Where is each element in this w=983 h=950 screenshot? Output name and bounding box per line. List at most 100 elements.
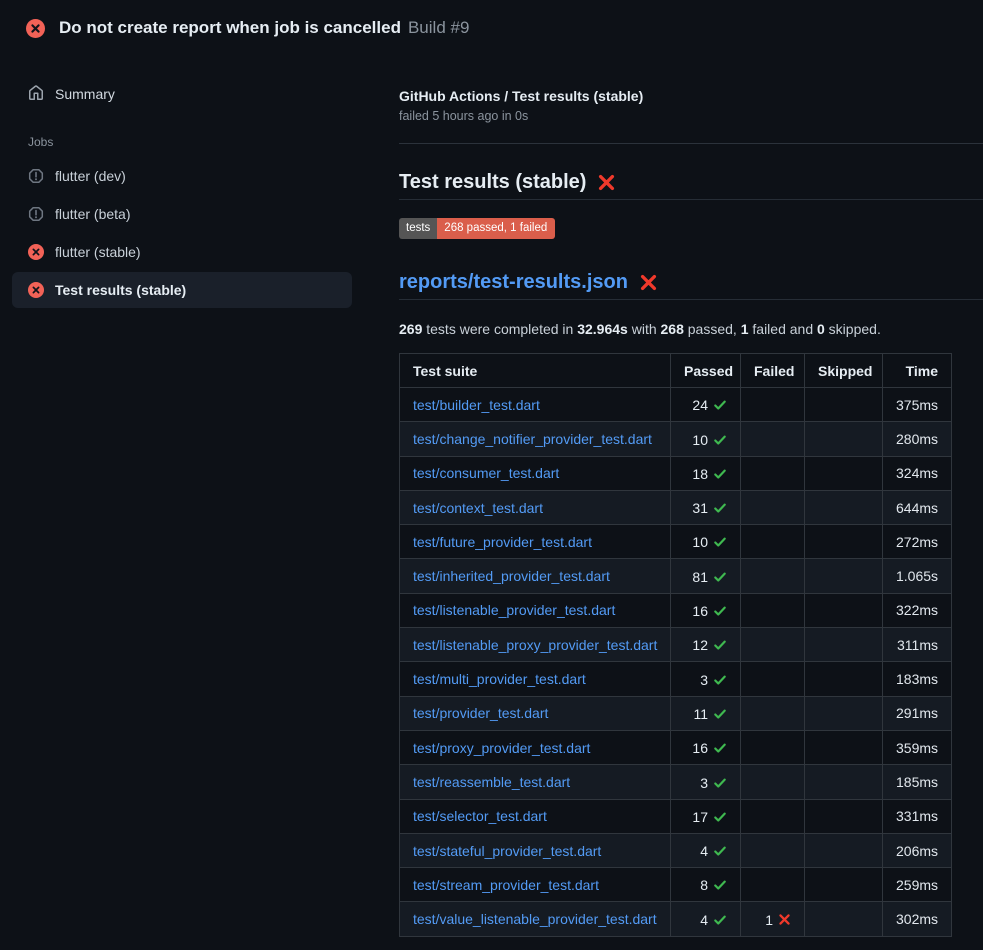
time-value: 302ms bbox=[896, 911, 938, 927]
suite-cell: test/context_test.dart bbox=[400, 490, 671, 524]
sidebar-item-summary[interactable]: Summary bbox=[12, 80, 352, 108]
suite-cell: test/consumer_test.dart bbox=[400, 456, 671, 490]
passed-count: 8 bbox=[700, 875, 708, 895]
passed-cell: 24 bbox=[671, 388, 741, 422]
time-value: 280ms bbox=[896, 431, 938, 447]
passed-count: 4 bbox=[700, 841, 708, 861]
sidebar-item-flutter-stable[interactable]: flutter (stable) bbox=[12, 234, 352, 270]
skipped-cell bbox=[805, 490, 883, 524]
skipped-cell bbox=[805, 628, 883, 662]
check-icon bbox=[713, 467, 727, 481]
suite-link[interactable]: test/inherited_provider_test.dart bbox=[413, 568, 610, 584]
table-header-row: Test suitePassedFailedSkippedTime bbox=[400, 354, 952, 388]
time-cell: 359ms bbox=[883, 730, 952, 764]
time-cell: 1.065s bbox=[883, 559, 952, 593]
suite-link[interactable]: test/provider_test.dart bbox=[413, 705, 548, 721]
failed-x-circle-icon bbox=[26, 19, 45, 38]
sidebar-item-flutter-dev[interactable]: flutter (dev) bbox=[12, 158, 352, 194]
badge-label: tests bbox=[399, 218, 437, 239]
failed-cell bbox=[741, 628, 805, 662]
divider bbox=[399, 143, 983, 144]
job-label: flutter (beta) bbox=[55, 206, 130, 222]
suite-link[interactable]: test/context_test.dart bbox=[413, 500, 543, 516]
skipped-cell bbox=[805, 696, 883, 730]
suite-cell: test/stateful_provider_test.dart bbox=[400, 833, 671, 867]
suite-link[interactable]: test/stateful_provider_test.dart bbox=[413, 843, 601, 859]
check-icon bbox=[713, 776, 727, 790]
passed-cell: 3 bbox=[671, 765, 741, 799]
table-row: test/reassemble_test.dart 3 185ms bbox=[400, 765, 952, 799]
table-row: test/change_notifier_provider_test.dart 1… bbox=[400, 422, 952, 456]
summary-text: with bbox=[628, 321, 661, 337]
passed-count: 81 bbox=[692, 567, 708, 587]
table-row: test/value_listenable_provider_test.dart… bbox=[400, 902, 952, 936]
suite-link[interactable]: test/value_listenable_provider_test.dart bbox=[413, 911, 657, 927]
table-row: test/selector_test.dart17331ms bbox=[400, 799, 952, 833]
failed-cell bbox=[741, 593, 805, 627]
report-file-link[interactable]: reports/test-results.json bbox=[399, 269, 628, 295]
failed-count: 1 bbox=[765, 910, 773, 930]
suite-link[interactable]: test/listenable_provider_test.dart bbox=[413, 602, 615, 618]
home-icon bbox=[28, 85, 44, 104]
check-icon bbox=[713, 741, 727, 755]
time-value: 1.065s bbox=[896, 568, 938, 584]
suite-link[interactable]: test/reassemble_test.dart bbox=[413, 774, 570, 790]
section-heading: Test results (stable) bbox=[399, 169, 983, 200]
table-row: test/multi_provider_test.dart3183ms bbox=[400, 662, 952, 696]
suite-link[interactable]: test/future_provider_test.dart bbox=[413, 534, 592, 550]
suite-link[interactable]: test/multi_provider_test.dart bbox=[413, 671, 586, 687]
time-value: 331ms bbox=[896, 808, 938, 824]
suite-link[interactable]: test/listenable_proxy_provider_test.dart bbox=[413, 637, 657, 653]
job-label: flutter (dev) bbox=[55, 168, 126, 184]
col-header-failed: Failed bbox=[741, 354, 805, 388]
test-results-table: Test suitePassedFailedSkippedTime test/b… bbox=[399, 353, 952, 937]
suite-cell: test/change_notifier_provider_test.dart bbox=[400, 422, 671, 456]
skipped-cell bbox=[805, 902, 883, 936]
sidebar-item-flutter-beta[interactable]: flutter (beta) bbox=[12, 196, 352, 232]
time-cell: 324ms bbox=[883, 456, 952, 490]
check-icon bbox=[713, 433, 727, 447]
col-header-skipped: Skipped bbox=[805, 354, 883, 388]
col-header-test-suite: Test suite bbox=[400, 354, 671, 388]
check-icon bbox=[713, 673, 727, 687]
suite-link[interactable]: test/change_notifier_provider_test.dart bbox=[413, 431, 652, 447]
suite-link[interactable]: test/proxy_provider_test.dart bbox=[413, 740, 590, 756]
suite-link[interactable]: test/selector_test.dart bbox=[413, 808, 547, 824]
skipped-cell bbox=[805, 833, 883, 867]
passed-count: 24 bbox=[692, 395, 708, 415]
passed-count: 10 bbox=[692, 430, 708, 450]
time-cell: 322ms bbox=[883, 593, 952, 627]
skipped-cell bbox=[805, 868, 883, 902]
failed-cell bbox=[741, 765, 805, 799]
suite-link[interactable]: test/builder_test.dart bbox=[413, 397, 540, 413]
time-value: 644ms bbox=[896, 500, 938, 516]
skipped-cell bbox=[805, 765, 883, 799]
sidebar-item-test-results-stable[interactable]: Test results (stable) bbox=[12, 272, 352, 308]
failed-x-circle-icon bbox=[28, 282, 44, 298]
passed-count: 10 bbox=[692, 532, 708, 552]
time-value: 185ms bbox=[896, 774, 938, 790]
time-value: 311ms bbox=[897, 637, 938, 653]
passed-cell: 10 bbox=[671, 525, 741, 559]
suite-cell: test/reassemble_test.dart bbox=[400, 765, 671, 799]
suite-link[interactable]: test/stream_provider_test.dart bbox=[413, 877, 599, 893]
passed-count: 3 bbox=[700, 773, 708, 793]
summary-number: 268 bbox=[661, 321, 684, 337]
suite-cell: test/listenable_proxy_provider_test.dart bbox=[400, 628, 671, 662]
report-heading: reports/test-results.json bbox=[399, 269, 983, 300]
failed-cell bbox=[741, 799, 805, 833]
check-icon bbox=[713, 913, 727, 927]
check-icon bbox=[713, 604, 727, 618]
failed-cell bbox=[741, 422, 805, 456]
skipped-cell bbox=[805, 730, 883, 764]
suite-link[interactable]: test/consumer_test.dart bbox=[413, 465, 559, 481]
passed-count: 16 bbox=[692, 738, 708, 758]
col-header-passed: Passed bbox=[671, 354, 741, 388]
passed-cell: 16 bbox=[671, 593, 741, 627]
table-row: test/context_test.dart31644ms bbox=[400, 490, 952, 524]
passed-count: 4 bbox=[700, 910, 708, 930]
skipped-cell bbox=[805, 456, 883, 490]
time-value: 322ms bbox=[896, 602, 938, 618]
suite-cell: test/inherited_provider_test.dart bbox=[400, 559, 671, 593]
time-cell: 280ms bbox=[883, 422, 952, 456]
